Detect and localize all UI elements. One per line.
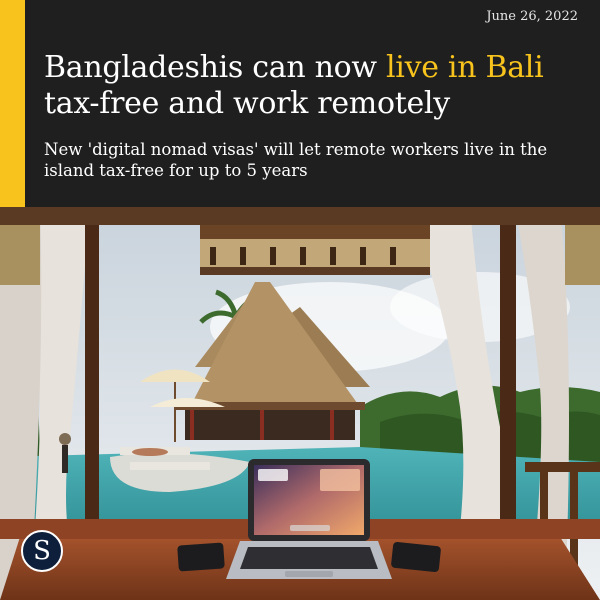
- headline-highlight: live in Bali: [385, 50, 544, 85]
- headline: Bangladeshis can now live in Bali tax-fr…: [44, 50, 589, 122]
- header-panel: June 26, 2022 Bangladeshis can now live …: [0, 0, 600, 207]
- publish-date: June 26, 2022: [486, 9, 578, 24]
- accent-bar: [0, 0, 25, 207]
- headline-part-2: tax-free and work remotely: [44, 86, 450, 121]
- bali-villa-illustration: [0, 207, 600, 600]
- subheadline: New 'digital nomad visas' will let remot…: [44, 140, 548, 180]
- hero-photo: [0, 207, 600, 600]
- headline-part-1: Bangladeshis can now: [44, 50, 386, 85]
- publisher-logo: S: [21, 530, 63, 572]
